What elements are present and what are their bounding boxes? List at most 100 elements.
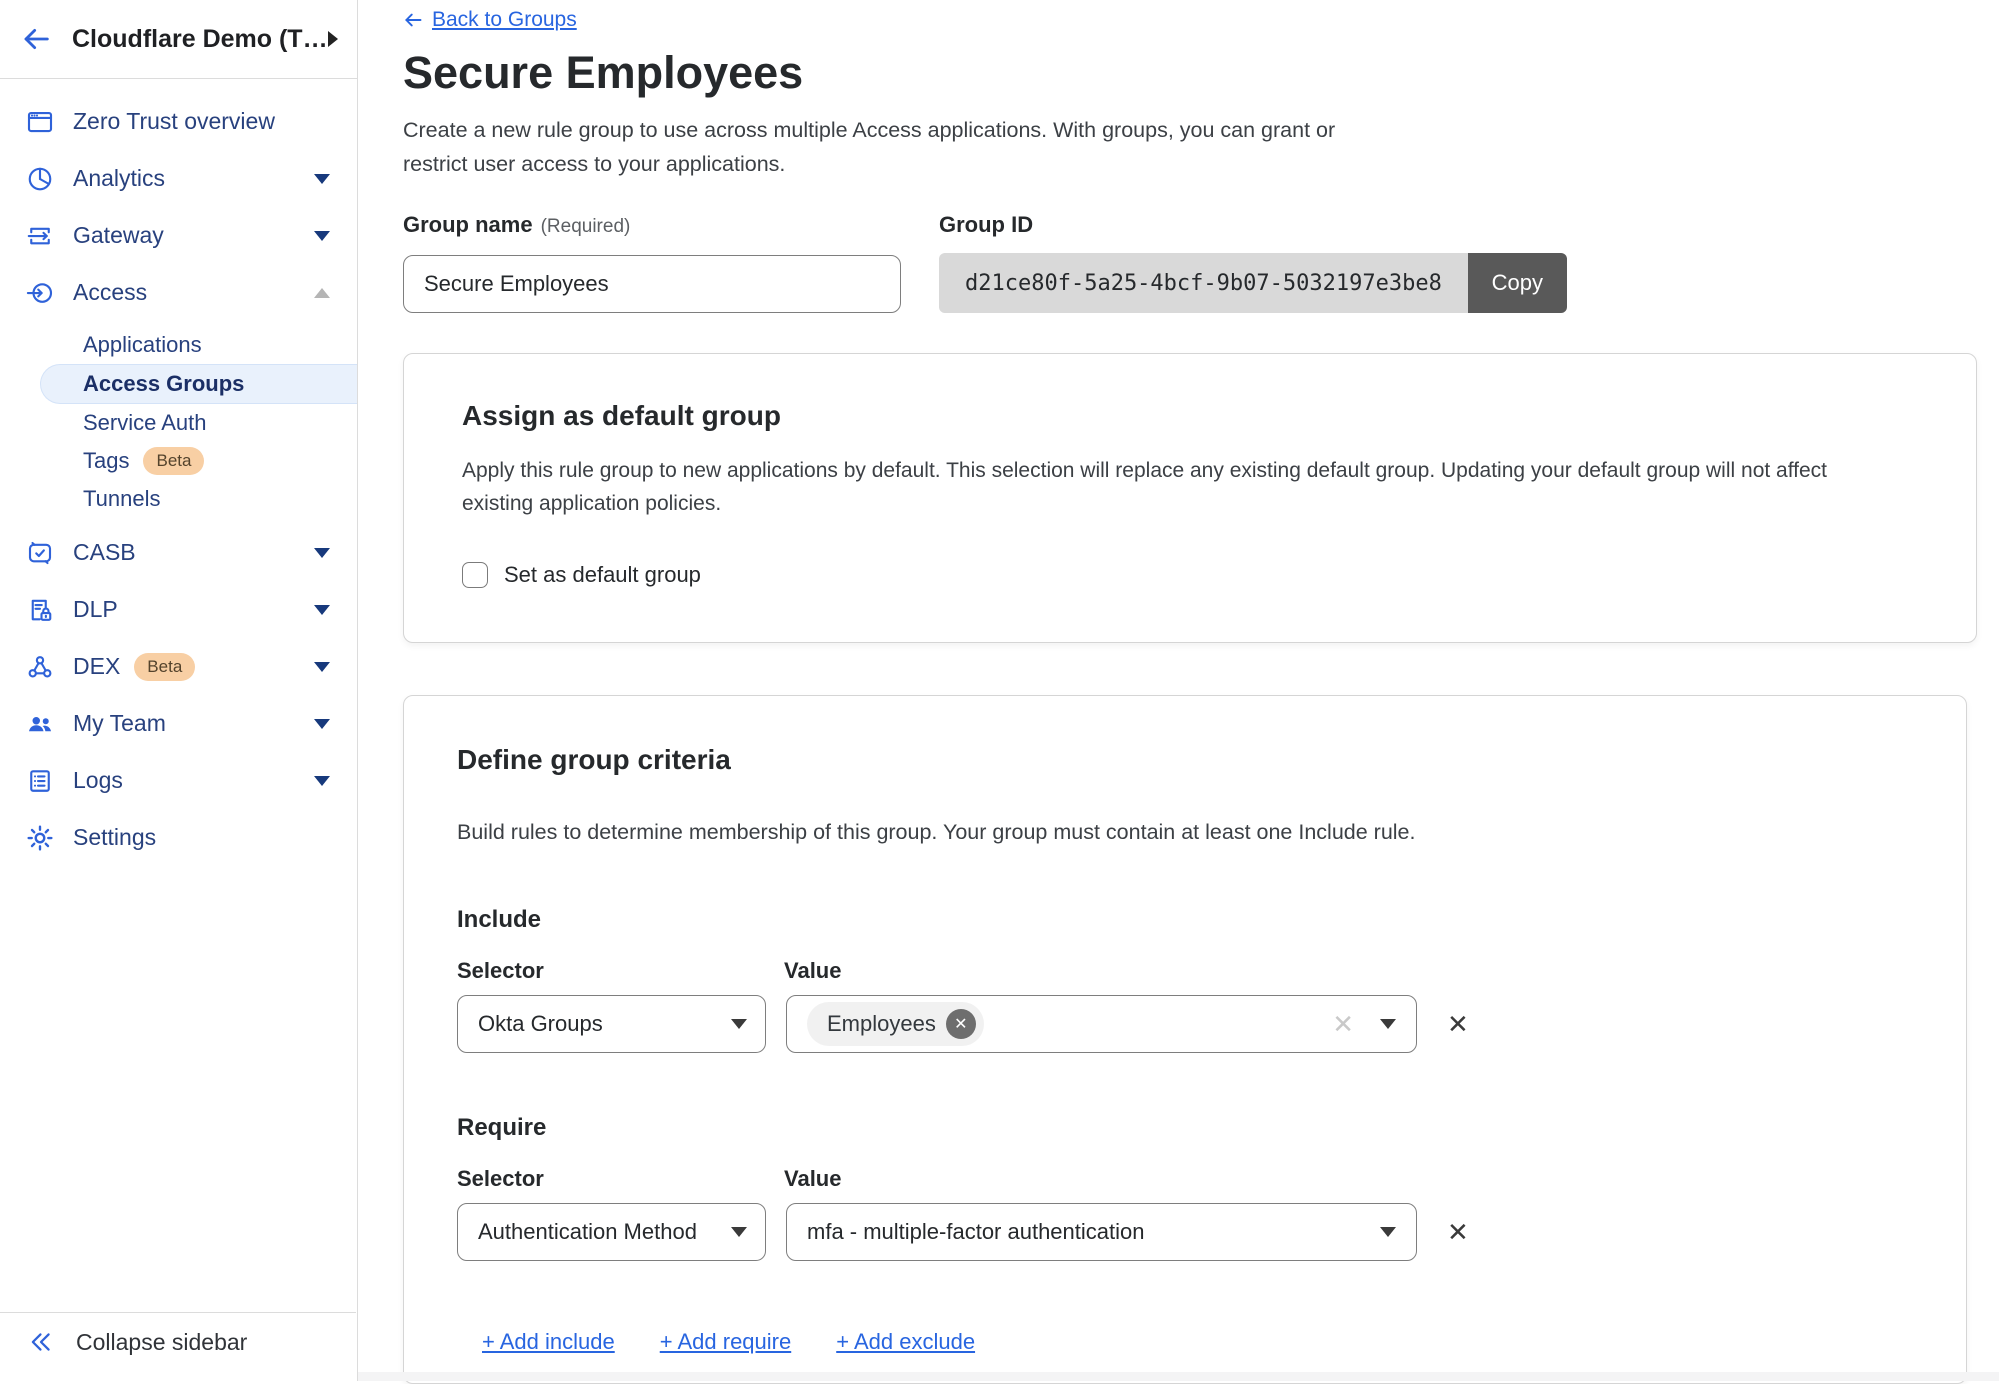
employees-chip-label: Employees	[827, 1011, 936, 1037]
required-hint: (Required)	[541, 216, 631, 237]
sidebar-item-tunnels[interactable]: Tunnels	[0, 480, 357, 518]
beta-badge: Beta	[143, 447, 204, 475]
sidebar-item-zero-trust-overview[interactable]: Zero Trust overview	[0, 93, 357, 150]
sidebar-item-label: Analytics	[73, 165, 165, 192]
default-group-card-description: Apply this rule group to new application…	[462, 454, 1892, 520]
sidebar-item-my-team[interactable]: My Team	[0, 695, 357, 752]
my-team-people-icon	[25, 709, 55, 739]
require-heading: Require	[457, 1113, 1913, 1143]
require-value-text: mfa - multiple-factor authentication	[807, 1219, 1145, 1245]
back-to-groups-label: Back to Groups	[432, 8, 577, 32]
settings-gear-icon	[25, 823, 55, 853]
include-rule-row: Okta Groups Employees ✕ ✕ ✕	[457, 995, 1913, 1053]
overview-window-icon	[25, 107, 55, 137]
back-arrow-icon	[403, 10, 423, 30]
sidebar-item-dex[interactable]: DEX Beta	[0, 638, 357, 695]
chevron-down-icon	[1380, 1227, 1396, 1237]
group-name-id-row: Group name(Required) Group ID d21ce80f-5…	[403, 211, 1975, 313]
chevron-down-icon[interactable]	[314, 605, 330, 615]
sidebar-item-tags[interactable]: Tags Beta	[0, 442, 357, 480]
sidebar-item-label: Access	[73, 279, 147, 306]
criteria-card: Define group criteria Build rules to det…	[403, 695, 1967, 1384]
remove-chip-icon[interactable]: ✕	[946, 1009, 976, 1039]
group-id-value: d21ce80f-5a25-4bcf-9b07-5032197e3be8	[939, 253, 1468, 313]
logs-list-icon	[25, 766, 55, 796]
casb-check-icon	[25, 538, 55, 568]
access-login-icon	[25, 278, 55, 308]
set-default-checkbox[interactable]	[462, 562, 488, 588]
sidebar: Cloudflare Demo (T… Zero Trust overview …	[0, 0, 358, 1381]
double-chevron-left-icon	[28, 1329, 54, 1355]
sidebar-nav: Zero Trust overview Analytics Gateway Ac…	[0, 79, 357, 866]
criteria-card-title: Define group criteria	[457, 744, 1913, 776]
collapse-sidebar-button[interactable]: Collapse sidebar	[0, 1312, 356, 1381]
include-value-label: Value	[784, 957, 841, 985]
chevron-down-icon[interactable]	[314, 174, 330, 184]
chevron-down-icon	[731, 1227, 747, 1237]
employees-chip: Employees ✕	[807, 1002, 984, 1046]
sidebar-item-dlp[interactable]: DLP	[0, 581, 357, 638]
chevron-down-icon[interactable]	[314, 548, 330, 558]
page-title: Secure Employees	[403, 47, 1975, 99]
sidebar-item-service-auth[interactable]: Service Auth	[0, 404, 357, 442]
sidebar-item-label: Settings	[73, 824, 156, 851]
add-include-link[interactable]: + Add include	[482, 1329, 615, 1355]
include-selector-value: Okta Groups	[478, 1011, 603, 1037]
sidebar-item-access-groups[interactable]: Access Groups	[40, 364, 357, 404]
back-arrow-icon[interactable]	[20, 23, 52, 55]
remove-require-rule-button[interactable]: ✕	[1447, 1217, 1469, 1248]
back-to-groups-link[interactable]: Back to Groups	[403, 8, 577, 32]
group-name-column: Group name(Required)	[403, 211, 901, 313]
gateway-icon	[25, 221, 55, 251]
criteria-card-description: Build rules to determine membership of t…	[457, 816, 1913, 849]
main-content: Back to Groups Secure Employees Create a…	[358, 0, 1999, 1381]
chevron-down-icon[interactable]	[314, 776, 330, 786]
include-heading: Include	[457, 905, 1913, 935]
account-title: Cloudflare Demo (T…	[72, 25, 328, 54]
sidebar-item-settings[interactable]: Settings	[0, 809, 357, 866]
require-value-label: Value	[784, 1165, 841, 1193]
group-name-input[interactable]	[403, 255, 901, 313]
sidebar-item-label: Logs	[73, 767, 123, 794]
clear-value-icon[interactable]: ✕	[1332, 1009, 1354, 1040]
copy-button[interactable]: Copy	[1468, 253, 1567, 313]
sidebar-item-label: DEX	[73, 653, 120, 680]
beta-badge: Beta	[134, 653, 195, 681]
chevron-up-icon[interactable]	[314, 288, 330, 298]
group-name-label: Group name(Required)	[403, 211, 901, 241]
include-selector-dropdown[interactable]: Okta Groups	[457, 995, 766, 1053]
sidebar-item-label: Gateway	[73, 222, 164, 249]
page-description: Create a new rule group to use across mu…	[403, 113, 1383, 181]
sidebar-item-access[interactable]: Access	[0, 264, 357, 321]
include-selector-label: Selector	[457, 957, 784, 985]
default-group-card-title: Assign as default group	[462, 400, 1918, 432]
include-value-combobox[interactable]: Employees ✕ ✕	[786, 995, 1417, 1053]
sidebar-item-label: Applications	[83, 332, 202, 358]
require-selector-label: Selector	[457, 1165, 784, 1193]
sidebar-item-label: Tags	[83, 448, 129, 474]
add-require-link[interactable]: + Add require	[660, 1329, 791, 1355]
include-column-labels: Selector Value	[457, 957, 1913, 985]
sidebar-item-label: My Team	[73, 710, 166, 737]
sidebar-item-analytics[interactable]: Analytics	[0, 150, 357, 207]
require-selector-dropdown[interactable]: Authentication Method	[457, 1203, 766, 1261]
require-column-labels: Selector Value	[457, 1165, 1913, 1193]
default-group-card: Assign as default group Apply this rule …	[403, 353, 1977, 643]
chevron-right-icon[interactable]	[328, 31, 338, 47]
sidebar-item-applications[interactable]: Applications	[0, 326, 357, 364]
sidebar-item-logs[interactable]: Logs	[0, 752, 357, 809]
chevron-down-icon[interactable]	[314, 719, 330, 729]
add-exclude-link[interactable]: + Add exclude	[836, 1329, 975, 1355]
remove-include-rule-button[interactable]: ✕	[1447, 1009, 1469, 1040]
sidebar-item-gateway[interactable]: Gateway	[0, 207, 357, 264]
chevron-down-icon	[731, 1019, 747, 1029]
sidebar-item-casb[interactable]: CASB	[0, 524, 357, 581]
set-default-checkbox-label: Set as default group	[504, 562, 701, 588]
chevron-down-icon[interactable]	[314, 662, 330, 672]
collapse-sidebar-label: Collapse sidebar	[76, 1329, 247, 1356]
require-value-dropdown[interactable]: mfa - multiple-factor authentication	[786, 1203, 1417, 1261]
sidebar-item-label: DLP	[73, 596, 118, 623]
sidebar-header: Cloudflare Demo (T…	[0, 0, 357, 79]
sidebar-item-label: CASB	[73, 539, 136, 566]
chevron-down-icon[interactable]	[314, 231, 330, 241]
